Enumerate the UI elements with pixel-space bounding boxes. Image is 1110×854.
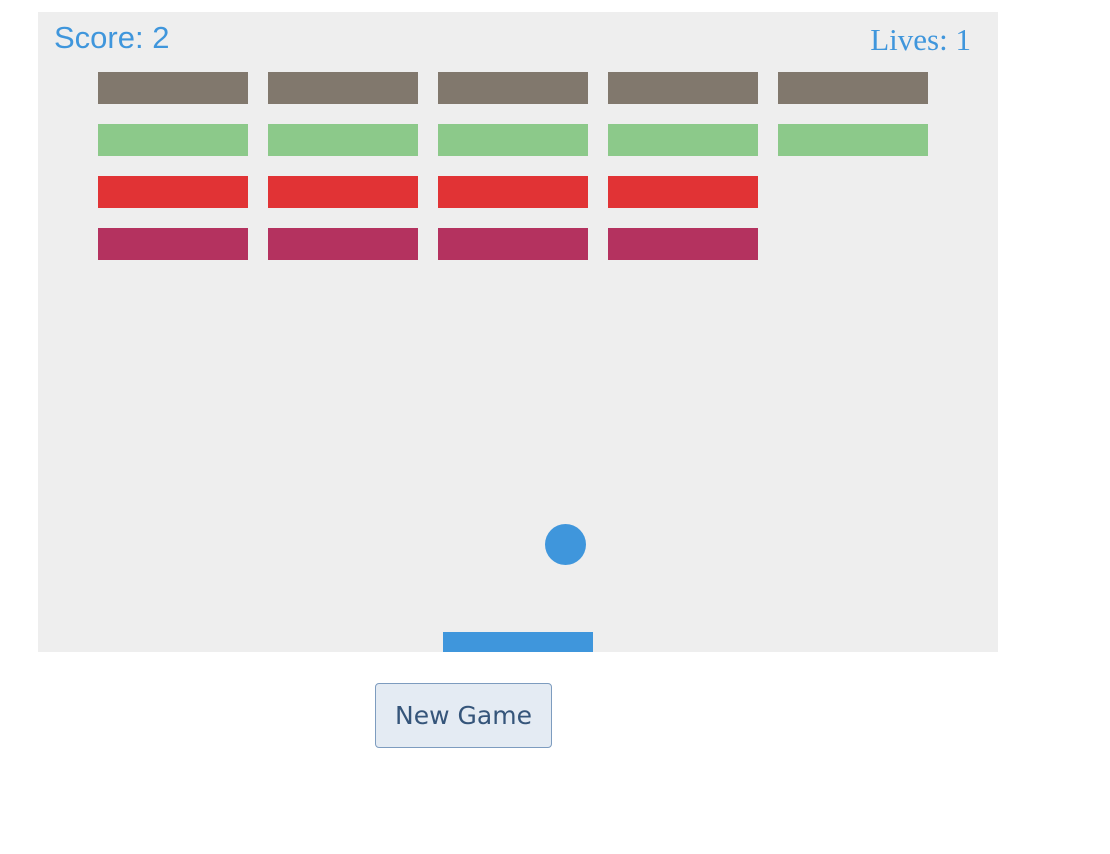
new-game-button[interactable]: New Game (375, 683, 552, 748)
brick-r1-c4 (608, 72, 758, 104)
brick-r1-c2 (268, 72, 418, 104)
brick-r1-c1 (98, 72, 248, 104)
brick-r2-c3 (438, 124, 588, 156)
brick-r4-c4 (608, 228, 758, 260)
brick-r4-c3 (438, 228, 588, 260)
paddle[interactable] (443, 632, 593, 652)
brick-r3-c4 (608, 176, 758, 208)
brick-r3-c2 (268, 176, 418, 208)
brick-r4-c1 (98, 228, 248, 260)
brick-r4-c2 (268, 228, 418, 260)
game-canvas[interactable]: Score: 2 Lives: 1 (38, 12, 998, 652)
brick-r2-c5 (778, 124, 928, 156)
ball (545, 524, 586, 565)
brick-r3-c3 (438, 176, 588, 208)
brick-r2-c1 (98, 124, 248, 156)
brick-r1-c5 (778, 72, 928, 104)
brick-r2-c2 (268, 124, 418, 156)
brick-r1-c3 (438, 72, 588, 104)
brick-r3-c1 (98, 176, 248, 208)
lives-display: Lives: 1 (870, 22, 971, 57)
score-display: Score: 2 (54, 20, 170, 55)
brick-r2-c4 (608, 124, 758, 156)
